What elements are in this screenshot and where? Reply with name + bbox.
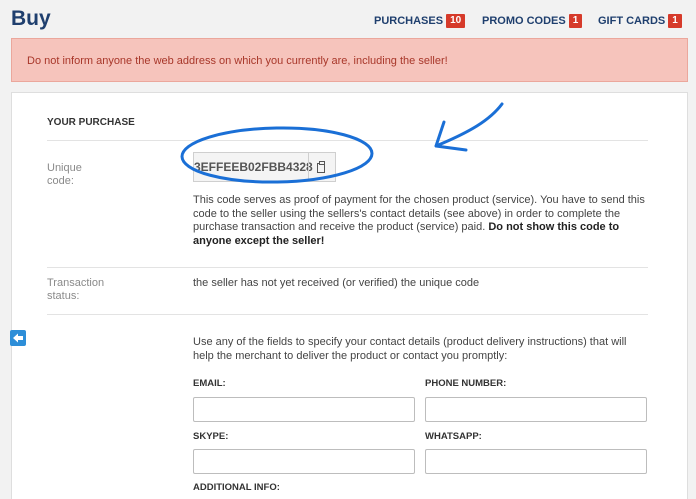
divider — [47, 140, 648, 141]
nav-promo-codes[interactable]: PROMO CODES 1 — [482, 14, 583, 28]
nav-gift-cards[interactable]: GIFT CARDS 1 — [598, 14, 682, 28]
phone-label: PHONE NUMBER: — [425, 378, 507, 389]
whatsapp-field[interactable] — [425, 449, 647, 474]
warning-alert: Do not inform anyone the web address on … — [11, 38, 688, 82]
copy-icon — [317, 160, 325, 173]
transaction-status-value: the seller has not yet received (or veri… — [193, 277, 480, 289]
divider — [47, 314, 648, 315]
arrow-left-icon — [13, 333, 23, 343]
unique-code-value[interactable]: 3EFFEEB02FBB4328 — [194, 160, 313, 174]
email-label: EMAIL: — [193, 378, 226, 389]
unique-code-description: This code serves as proof of payment for… — [193, 194, 649, 248]
skype-label: SKYPE: — [193, 431, 229, 442]
unique-code-label: Unique code: — [47, 162, 82, 187]
contact-instructions: Use any of the fields to specify your co… — [193, 336, 627, 362]
gift-cards-count-badge: 1 — [668, 14, 682, 28]
whatsapp-label: WHATSAPP: — [425, 431, 482, 442]
nav-gift-cards-label: GIFT CARDS — [598, 15, 666, 27]
promo-codes-count-badge: 1 — [568, 14, 583, 28]
nav-purchases-label: PURCHASES — [374, 15, 444, 27]
section-title: YOUR PURCHASE — [47, 117, 135, 128]
page-title: Buy — [11, 7, 51, 30]
nav-promo-codes-label: PROMO CODES — [482, 15, 566, 27]
nav-purchases[interactable]: PURCHASES 10 — [374, 14, 466, 28]
transaction-status-label: Transaction status: — [47, 277, 105, 302]
purchase-panel: YOUR PURCHASE Unique code: 3EFFEEB02FBB4… — [11, 92, 688, 499]
unique-code-field: 3EFFEEB02FBB4328 — [193, 152, 336, 182]
copy-code-button[interactable] — [308, 153, 335, 181]
purchases-count-badge: 10 — [446, 14, 466, 28]
back-button[interactable] — [10, 330, 26, 346]
phone-field[interactable] — [425, 397, 647, 422]
top-bar: Buy PURCHASES 10 PROMO CODES 1 GIFT CARD… — [0, 0, 696, 38]
divider — [47, 267, 648, 268]
email-field[interactable] — [193, 397, 415, 422]
additional-info-label: ADDITIONAL INFO: — [193, 482, 280, 493]
skype-field[interactable] — [193, 449, 415, 474]
